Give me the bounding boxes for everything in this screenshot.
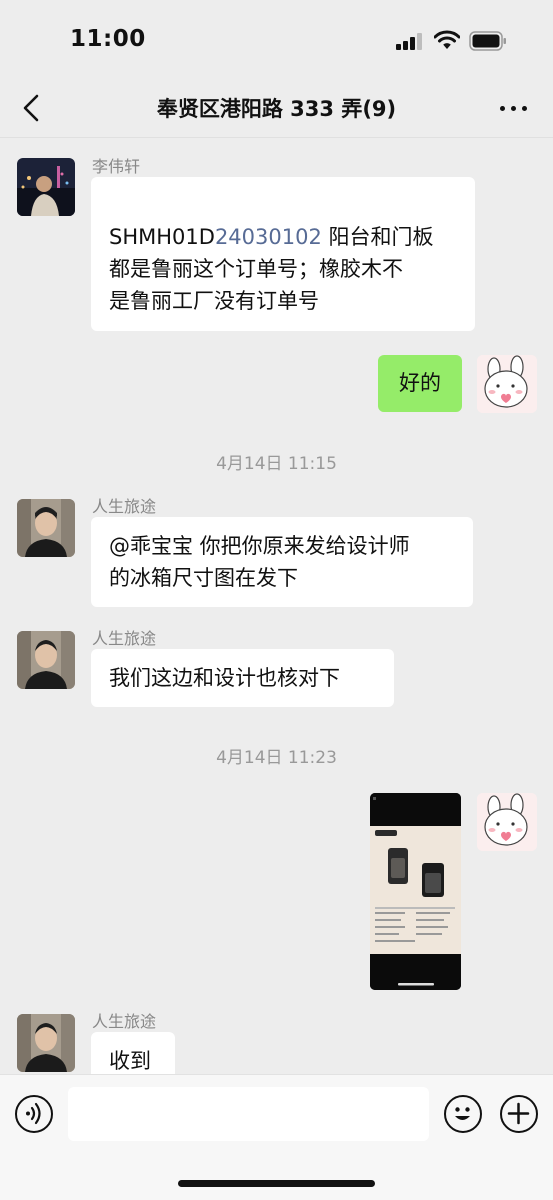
cellular-signal-icon xyxy=(396,33,424,50)
message-line: 是鲁丽工厂没有订单号 xyxy=(109,289,319,313)
sender-name: 人生旅途 xyxy=(92,1012,157,1031)
message-line: 都是鲁丽这个订单号；橡胶木不 xyxy=(109,257,403,281)
message-bubble[interactable]: @乖宝宝 你把你原来发给设计师 的冰箱尺寸图在发下 xyxy=(91,517,473,607)
avatar[interactable] xyxy=(17,158,75,216)
message-text: 收到 xyxy=(109,1049,151,1073)
message-line: 的冰箱尺寸图在发下 xyxy=(109,566,298,590)
voice-button[interactable] xyxy=(15,1095,53,1133)
sender-name: 李伟轩 xyxy=(92,157,141,176)
message-text: 我们这边和设计也核对下 xyxy=(109,666,340,690)
self-avatar[interactable] xyxy=(477,793,537,851)
sender-name: 人生旅途 xyxy=(92,497,157,516)
emoji-button[interactable] xyxy=(444,1095,482,1133)
timestamp: 4月14日 11:23 xyxy=(216,748,337,768)
message-line: SHMH01D24030102 阳台和门板 xyxy=(109,221,457,253)
avatar[interactable] xyxy=(17,631,75,689)
self-avatar[interactable] xyxy=(477,355,537,413)
battery-icon xyxy=(469,31,506,51)
more-button[interactable] xyxy=(497,94,531,122)
status-time: 11:00 xyxy=(70,26,146,52)
nav-bar: 奉贤区港阳路 333 弄(9) xyxy=(0,80,553,138)
wifi-icon xyxy=(434,30,460,49)
message-list[interactable]: 李伟轩 SHMH01D24030102 阳台和门板 都是鲁丽这个订单号；橡胶木不… xyxy=(0,139,553,1074)
order-prefix: SHMH01D xyxy=(109,225,215,249)
avatar[interactable] xyxy=(17,1014,75,1072)
message-text: 阳台和门板 xyxy=(321,225,434,249)
fridge-size-image xyxy=(370,793,461,990)
smile-icon xyxy=(455,1107,470,1120)
message-bubble-self[interactable]: 好的 xyxy=(378,355,462,412)
message-line: @乖宝宝 你把你原来发给设计师 xyxy=(109,534,410,558)
message-text: 好的 xyxy=(399,371,441,395)
message-bubble[interactable]: SHMH01D24030102 阳台和门板 都是鲁丽这个订单号；橡胶木不 是鲁丽… xyxy=(91,177,475,331)
plus-icon xyxy=(507,1102,530,1125)
phone-number-link[interactable]: 24030102 xyxy=(215,225,322,249)
avatar[interactable] xyxy=(17,499,75,557)
image-message[interactable] xyxy=(370,793,461,990)
more-options-button[interactable] xyxy=(500,1095,538,1133)
message-input[interactable] xyxy=(68,1087,429,1141)
home-indicator xyxy=(178,1180,375,1187)
timestamp: 4月14日 11:15 xyxy=(216,454,337,474)
status-bar: 11:00 xyxy=(0,0,553,80)
chat-title: 奉贤区港阳路 333 弄(9) xyxy=(156,97,397,121)
message-bubble[interactable]: 我们这边和设计也核对下 xyxy=(91,649,394,707)
message-bubble[interactable]: 收到 xyxy=(91,1032,175,1074)
voice-icon xyxy=(26,1102,41,1125)
sender-name: 人生旅途 xyxy=(92,629,157,648)
